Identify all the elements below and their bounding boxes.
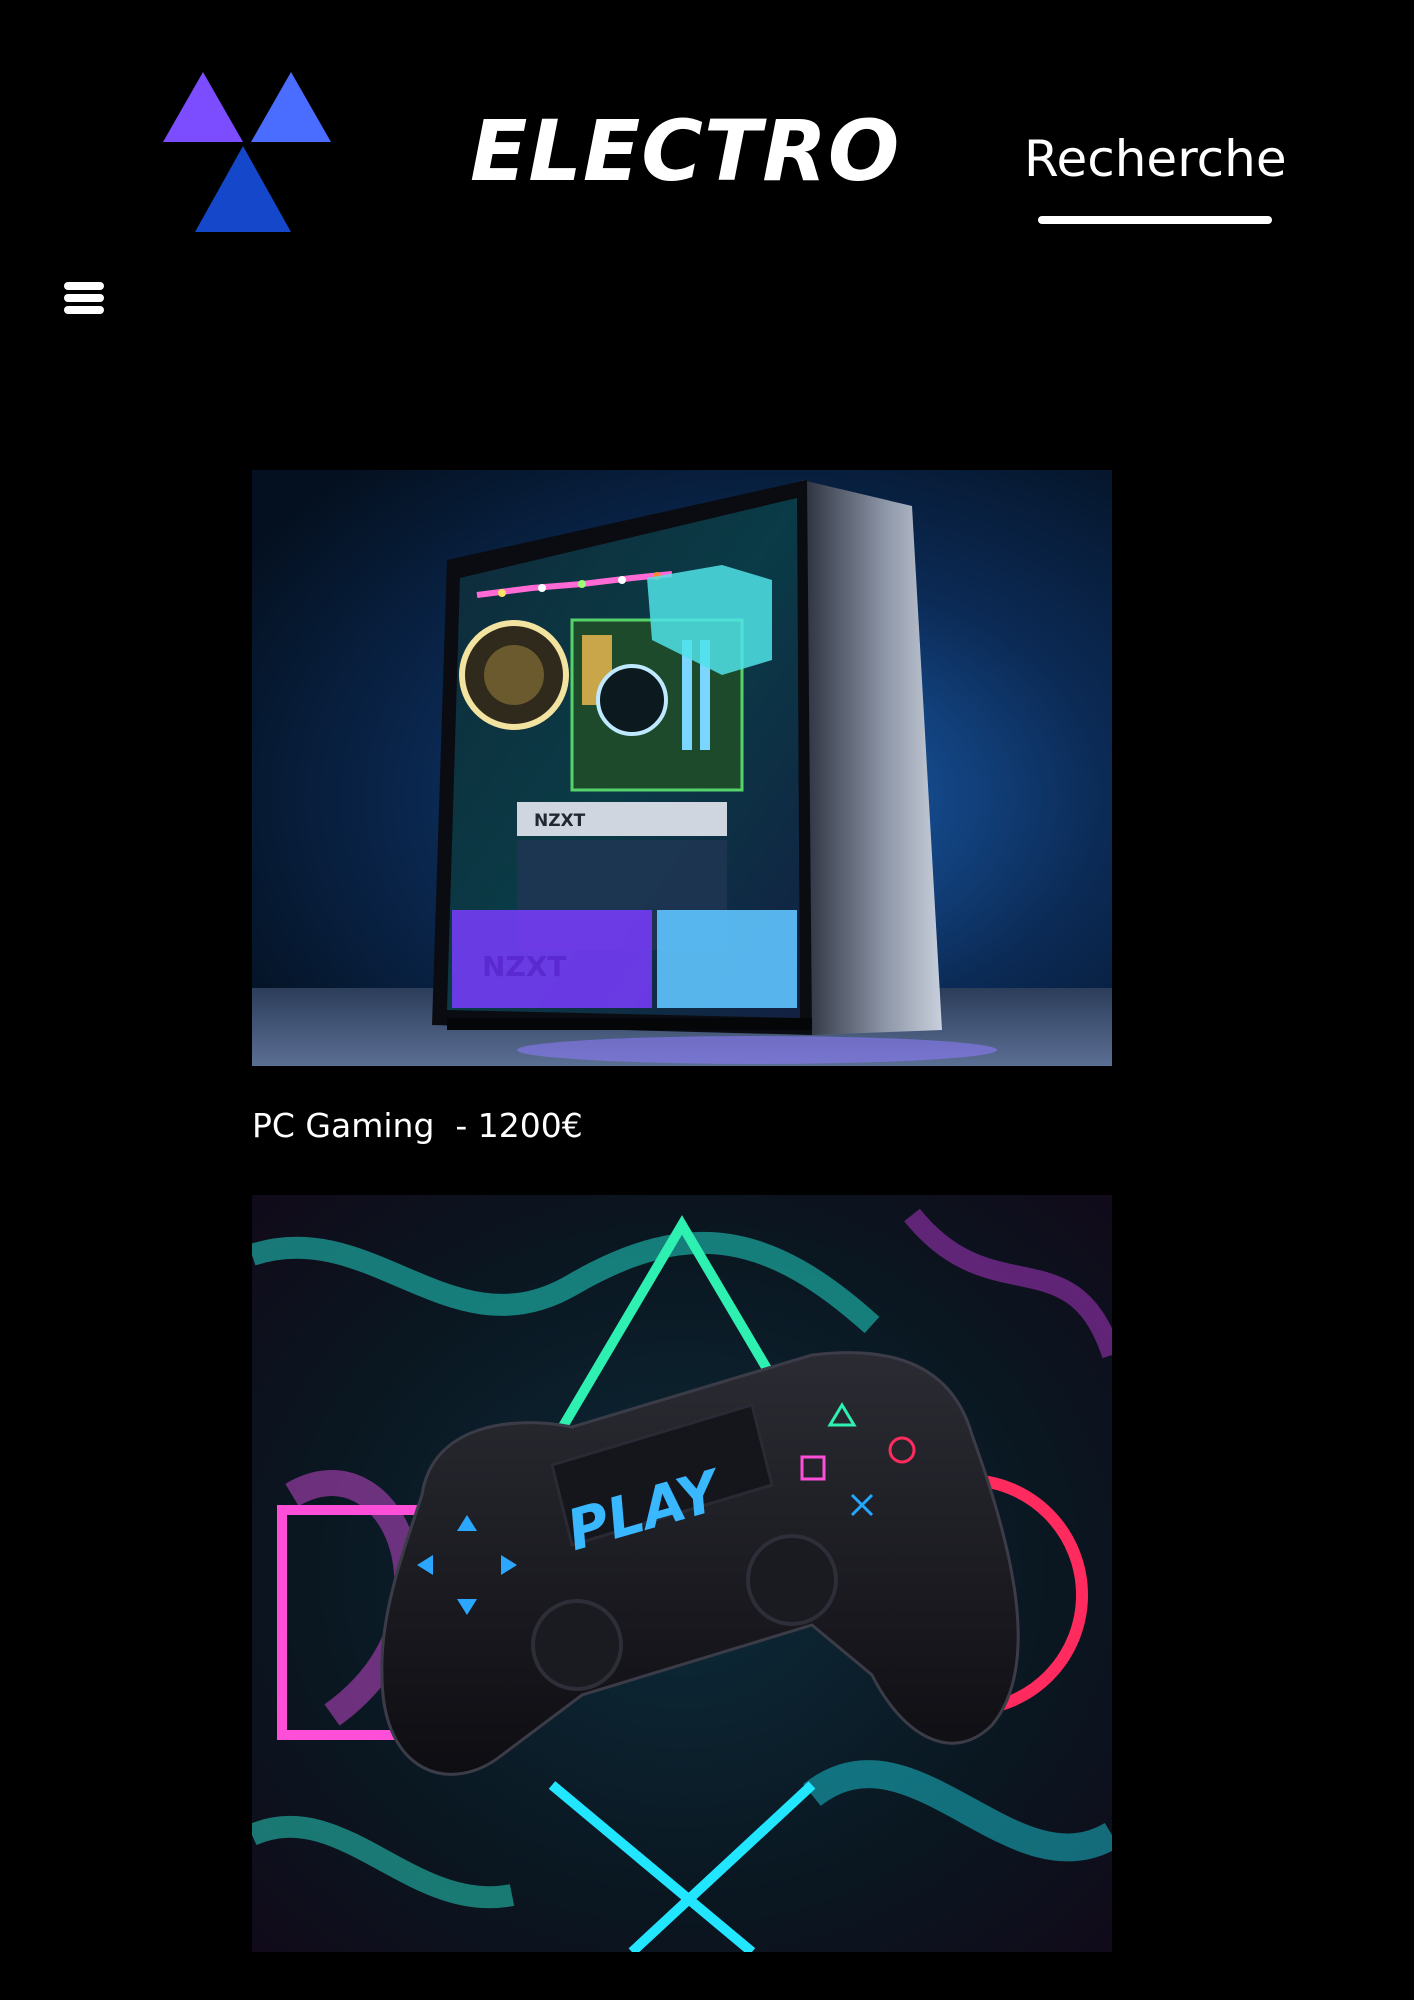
gpu-label: NZXT [534, 811, 586, 831]
search-link[interactable]: Recherche [1024, 126, 1287, 226]
product-image-controller[interactable]: PLAY [252, 1195, 1112, 1952]
logo-triangle-purple [163, 72, 243, 142]
menu-bar-top [64, 282, 104, 290]
three-triangles-logo-icon [163, 72, 331, 232]
product-image-gaming-pc[interactable]: NZXT NZXT [252, 470, 1112, 1066]
menu-bar-bottom [64, 306, 104, 314]
psu-shroud-label: NZXT [482, 950, 566, 983]
logo[interactable] [163, 72, 331, 234]
search-underline [1038, 216, 1272, 224]
menu-bar-middle [64, 294, 104, 302]
hamburger-menu-button[interactable] [62, 282, 106, 314]
product-caption[interactable]: PC Gaming - 1200€ [252, 1102, 852, 1150]
game-controller-photo: PLAY [252, 1195, 1112, 1952]
search-label: Recherche [1024, 130, 1287, 188]
gaming-pc-case-photo: NZXT NZXT [252, 470, 1112, 1066]
logo-triangle-blue [251, 72, 331, 142]
brand-title[interactable]: ELECTRO [470, 96, 910, 206]
logo-triangle-dark-blue [195, 146, 291, 232]
